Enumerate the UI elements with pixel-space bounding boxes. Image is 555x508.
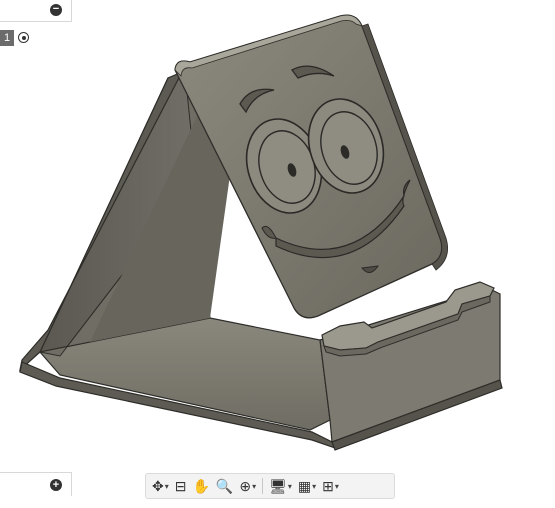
3d-viewport[interactable]: [0, 0, 555, 503]
pan-hand-icon: ✋: [192, 477, 210, 494]
browser-row[interactable]: 1: [0, 30, 60, 46]
chevron-down-icon[interactable]: ▾: [288, 482, 292, 491]
zoom-button[interactable]: 🔍: [214, 476, 235, 496]
toolbar-divider: [262, 478, 264, 494]
navigation-toolbar: ✥ ▾ ⊟ ✋ 🔍 ⊕ ▾ 🖥 ▾ ▦ ▾ ⊞ ▾: [145, 473, 395, 499]
display-settings-button[interactable]: 🖥 ▾: [267, 476, 294, 496]
display-settings-icon: 🖥: [269, 477, 287, 494]
grid-button[interactable]: ▦ ▾: [296, 476, 318, 496]
browser-panel-top: −: [0, 0, 72, 22]
phone-stand-model[interactable]: [0, 0, 555, 503]
expand-icon[interactable]: +: [50, 479, 62, 491]
viewports-button[interactable]: ⊞ ▾: [320, 476, 341, 496]
browser-panel-bottom: +: [0, 472, 72, 496]
pan-button[interactable]: ✋: [190, 476, 211, 496]
look-at-button[interactable]: ⊟: [173, 476, 189, 496]
chevron-down-icon[interactable]: ▾: [312, 482, 316, 491]
look-at-icon: ⊟: [174, 477, 187, 494]
zoom-window-icon: ⊕: [239, 477, 252, 494]
zoom-window-button[interactable]: ⊕ ▾: [237, 476, 258, 496]
chevron-down-icon[interactable]: ▾: [252, 482, 256, 491]
radio-target-icon[interactable]: [18, 32, 29, 43]
orbit-button[interactable]: ✥ ▾: [150, 476, 171, 496]
row-index: 1: [0, 30, 14, 46]
chevron-down-icon[interactable]: ▾: [165, 482, 169, 491]
chevron-down-icon[interactable]: ▾: [335, 482, 339, 491]
viewports-icon: ⊞: [322, 477, 334, 494]
collapse-icon[interactable]: −: [50, 4, 62, 16]
zoom-icon: 🔍: [215, 477, 234, 494]
orbit-icon: ✥: [152, 477, 164, 494]
grid-icon: ▦: [297, 477, 312, 494]
